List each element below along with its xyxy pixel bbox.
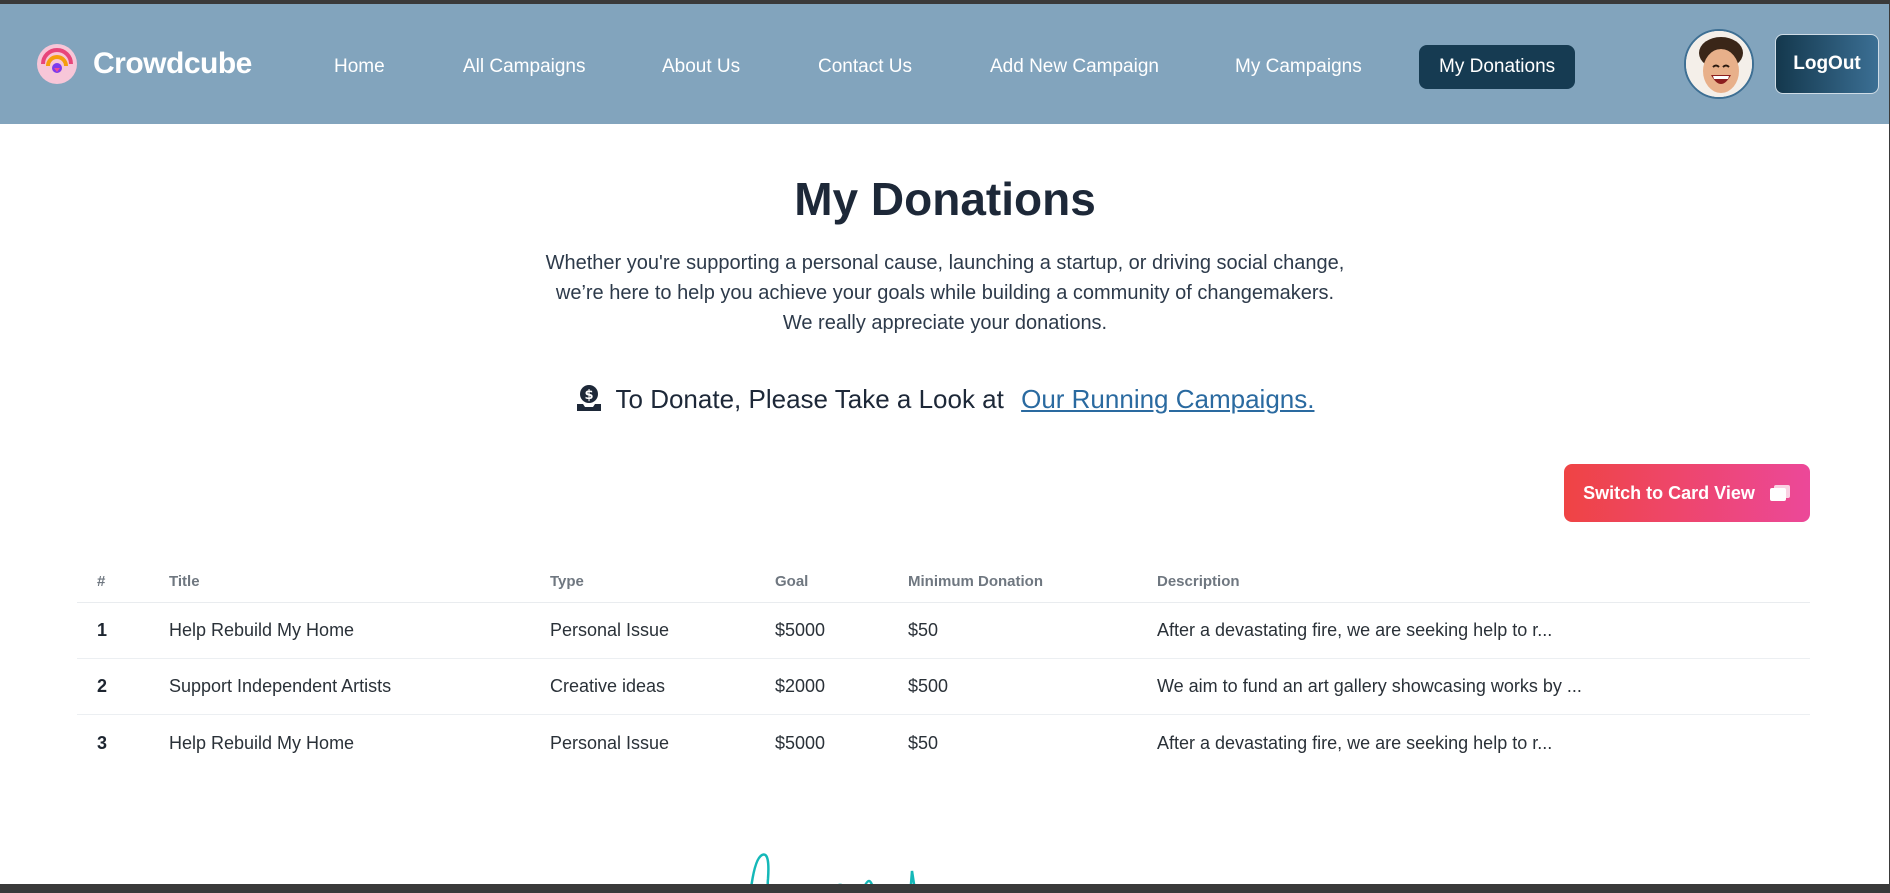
page-subtitle: Whether you're supporting a personal cau… (0, 248, 1890, 338)
cell-goal: $2000 (775, 676, 826, 696)
table-row[interactable]: 2 Support Independent Artists Creative i… (77, 659, 1810, 715)
nav-link-add-new-campaign[interactable]: Add New Campaign (990, 45, 1159, 89)
header-index: # (97, 572, 106, 590)
cell-index: 1 (97, 620, 108, 640)
user-avatar[interactable] (1684, 29, 1754, 99)
cell-description: After a devastating fire, we are seeking… (1157, 620, 1553, 640)
switch-to-card-view-button[interactable]: Switch to Card View (1564, 464, 1810, 522)
page-title: My Donations (794, 173, 1096, 225)
cell-title: Support Independent Artists (169, 676, 392, 696)
cell-description: After a devastating fire, we are seeking… (1157, 732, 1553, 753)
avatar-face-icon (1686, 31, 1752, 97)
nav-link-about-us[interactable]: About Us (662, 45, 740, 89)
header-description: Description (1157, 572, 1240, 590)
table-row[interactable]: 3 Help Rebuild My Home Personal Issue $5… (77, 715, 1810, 771)
subtitle-line: we’re here to help you achieve your goal… (555, 282, 1335, 304)
nav-link-my-donations[interactable]: My Donations (1419, 45, 1576, 89)
switch-button-label: Switch to Card View (1583, 482, 1755, 503)
svg-text:$: $ (584, 388, 593, 403)
cta-text: To Donate, Please Take a Look at (615, 384, 1004, 414)
nav-link-all-campaigns[interactable]: All Campaigns (463, 45, 586, 89)
header-title: Title (169, 572, 200, 590)
decorative-signature-graphic (750, 853, 916, 884)
subtitle-line: Whether you're supporting a personal cau… (545, 252, 1345, 274)
logout-button[interactable]: LogOut (1775, 34, 1879, 94)
cell-description: We aim to fund an art gallery showcasing… (1157, 676, 1582, 696)
cell-minimum-donation: $50 (908, 732, 939, 753)
cell-title: Help Rebuild My Home (169, 732, 355, 753)
table-header-row: # Title Type Goal Minimum Donation Descr… (77, 560, 1810, 603)
subtitle-line: We really appreciate your donations. (782, 312, 1108, 334)
cell-index: 2 (97, 676, 108, 696)
cell-type: Personal Issue (550, 620, 670, 640)
navbar: Crowdcube Home All Campaigns About Us Co… (0, 4, 1890, 124)
cell-goal: $5000 (775, 620, 826, 640)
brand[interactable]: Crowdcube (35, 42, 252, 86)
crowdcube-logo-icon (37, 44, 77, 84)
app-frame: Crowdcube Home All Campaigns About Us Co… (0, 4, 1890, 884)
header-goal: Goal (775, 572, 809, 590)
brand-name: Crowdcube (93, 47, 252, 80)
cell-index: 3 (97, 732, 108, 753)
cell-minimum-donation: $50 (908, 620, 939, 640)
running-campaigns-link[interactable]: Our Running Campaigns. (1021, 384, 1314, 414)
nav-link-home[interactable]: Home (334, 45, 385, 89)
hand-coin-icon: $ (576, 385, 601, 411)
header-type: Type (550, 572, 584, 590)
donate-cta: $ To Donate, Please Take a Look at Our R… (0, 384, 1890, 415)
cell-minimum-donation: $500 (908, 676, 949, 696)
nav-link-contact-us[interactable]: Contact Us (818, 45, 912, 89)
nav-link-my-campaigns[interactable]: My Campaigns (1235, 45, 1362, 89)
cell-type: Creative ideas (550, 676, 666, 696)
header-minimum-donation: Minimum Donation (908, 572, 1043, 590)
donations-table: # Title Type Goal Minimum Donation Descr… (77, 560, 1810, 771)
cell-type: Personal Issue (550, 732, 670, 753)
table-row[interactable]: 1 Help Rebuild My Home Personal Issue $5… (77, 603, 1810, 659)
cell-title: Help Rebuild My Home (169, 620, 355, 640)
cell-goal: $5000 (775, 732, 826, 753)
card-view-icon (1769, 485, 1790, 501)
